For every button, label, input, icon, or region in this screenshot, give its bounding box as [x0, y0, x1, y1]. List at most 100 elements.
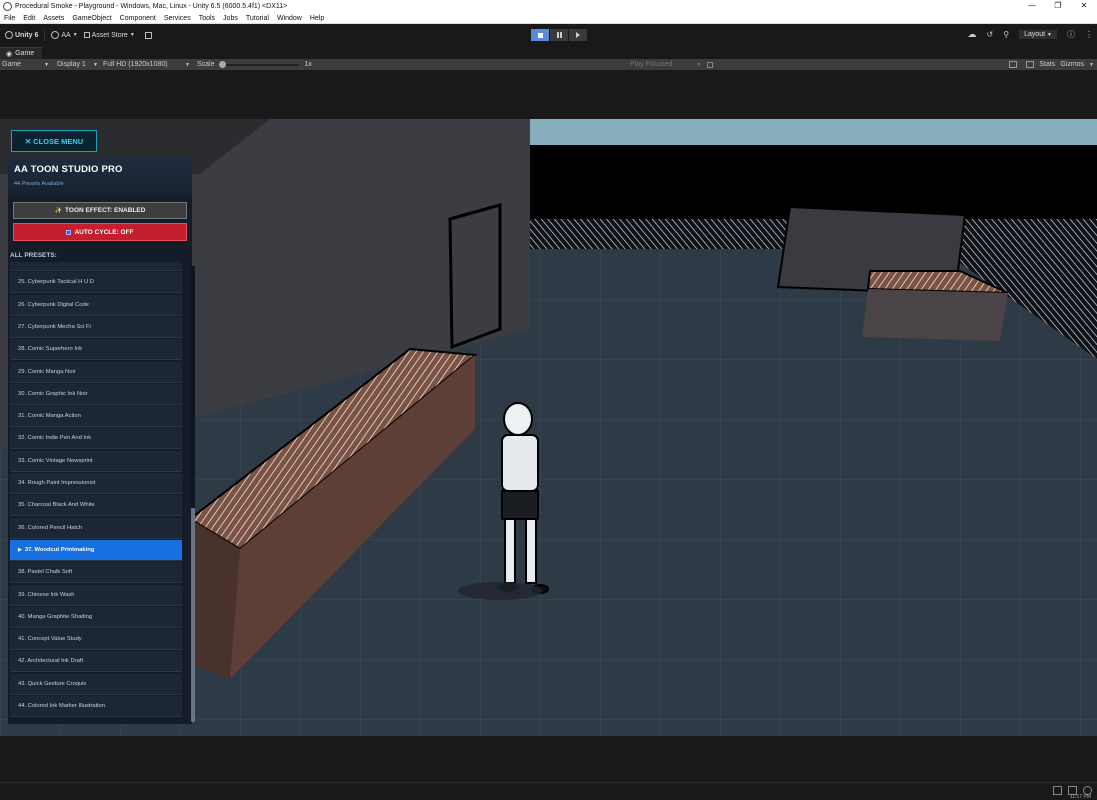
- preset-item[interactable]: 30. Comic Graphic Ink Noir: [10, 383, 182, 405]
- asset-store-button[interactable]: Asset Store ▼: [83, 32, 135, 39]
- pause-button[interactable]: [550, 29, 568, 41]
- preset-item[interactable]: 42. Architectural Ink Draft: [10, 651, 182, 673]
- chevron-down-icon[interactable]: ▼: [1089, 62, 1094, 68]
- window-controls: — ❐ ✕: [1019, 0, 1097, 13]
- cloud-icon[interactable]: ☁: [968, 29, 977, 40]
- scale-label: Scale: [197, 61, 215, 68]
- preset-item[interactable]: 35. Charcoal Black And White: [10, 495, 182, 517]
- preset-item[interactable]: 34. Rough Paint Impressionist: [10, 473, 182, 494]
- menubar: File Edit Assets GameObject Component Service…: [0, 13, 1097, 24]
- preset-item[interactable]: 27. Cyberpunk Mecha Sci Fi: [10, 316, 182, 338]
- chevron-down-icon: ▼: [696, 61, 702, 68]
- game-mode-label: Game: [2, 61, 22, 68]
- gizmo-toggle-icon[interactable]: [1009, 61, 1018, 68]
- preset-scrollbar-thumb[interactable]: [191, 508, 195, 722]
- scale-slider-knob[interactable]: [218, 60, 226, 68]
- preset-item[interactable]: 25. Cyberpunk Tactical H U D: [10, 272, 182, 294]
- play-controls: [531, 29, 587, 41]
- menu-edit[interactable]: Edit: [23, 15, 35, 22]
- preset-scrollbar[interactable]: [191, 266, 195, 722]
- toon-effect-toggle[interactable]: ✨ TOON EFFECT: ENABLED: [13, 202, 187, 219]
- scale-slider[interactable]: [218, 60, 299, 68]
- step-button[interactable]: [569, 29, 587, 41]
- game-view[interactable]: ✕ CLOSE MENU AA TOON STUDIO PRO 44 Prese…: [0, 70, 1097, 782]
- minimize-button[interactable]: —: [1019, 0, 1045, 13]
- preset-item[interactable]: 31. Comic Manga Action: [10, 406, 182, 428]
- game-mode-dropdown[interactable]: Game ▼: [0, 61, 52, 68]
- stats-button[interactable]: Stats: [1039, 61, 1055, 68]
- mute-audio-icon[interactable]: [707, 61, 714, 68]
- stop-icon: [537, 32, 543, 38]
- preset-item[interactable]: 28. Comic Superhero Ink: [10, 339, 182, 361]
- close-window-button[interactable]: ✕: [1071, 0, 1097, 13]
- account-icon: [51, 31, 60, 39]
- menu-jobs[interactable]: Jobs: [223, 15, 238, 22]
- preset-list: 24. Cyberpunk City Clean25. Cyberpunk Ta…: [10, 262, 185, 722]
- stop-square-icon: [66, 229, 72, 235]
- preset-item[interactable]: 39. Chinese Ink Wash: [10, 584, 182, 606]
- preset-item[interactable]: 24. Cyberpunk City Clean: [10, 262, 182, 271]
- panel-title: AA TOON STUDIO PRO: [14, 164, 123, 175]
- character-shadow: [458, 582, 542, 600]
- panel-header: AA TOON STUDIO PRO 44 Presets Available: [8, 158, 192, 198]
- preset-item[interactable]: 36. Colored Pencil Hatch: [10, 517, 182, 539]
- auto-cycle-toggle[interactable]: AUTO CYCLE: OFF: [13, 223, 187, 241]
- display-dropdown[interactable]: Display 1 ▼: [55, 61, 101, 68]
- package-icon[interactable]: [144, 31, 152, 39]
- display-label: Display 1: [57, 61, 86, 68]
- menu-help[interactable]: Help: [310, 15, 324, 22]
- resolution-label: Full HD (1920x1080): [103, 61, 168, 68]
- help-icon[interactable]: ⓘ: [1067, 29, 1075, 40]
- unity-version-label: Unity 6: [15, 31, 39, 39]
- bug-report-icon[interactable]: [1053, 786, 1062, 795]
- chevron-down-icon: ▼: [185, 61, 190, 68]
- layout-label: Layout: [1024, 31, 1046, 38]
- maximize-button[interactable]: ❐: [1045, 0, 1071, 13]
- preset-item[interactable]: 29. Comic Manga Noir: [10, 361, 182, 383]
- play-focused-label: Play Focused: [630, 61, 673, 68]
- chevron-down-icon: ▼: [129, 32, 135, 38]
- layout-dropdown[interactable]: Layout ▼: [1019, 30, 1057, 39]
- auto-cycle-label: AUTO CYCLE: OFF: [74, 228, 134, 236]
- unity-app-icon: [3, 2, 12, 11]
- play-button[interactable]: [531, 29, 549, 41]
- window-titlebar: Procedural Smoke - Playground - Windows,…: [0, 0, 1097, 13]
- taskbar-clock: 11:17 PM: [1069, 794, 1091, 800]
- more-options-icon[interactable]: ⋮: [1085, 30, 1093, 39]
- account-button[interactable]: AA ▼: [51, 31, 78, 39]
- game-view-toolbar: Game ▼ Display 1 ▼ Full HD (1920x1080) ▼…: [0, 59, 1097, 70]
- history-icon[interactable]: ↺: [987, 30, 994, 39]
- preset-item[interactable]: 40. Manga Graphite Shading: [10, 606, 182, 628]
- resolution-dropdown[interactable]: Full HD (1920x1080) ▼: [101, 61, 193, 68]
- preset-item[interactable]: 38. Pastel Chalk Soft: [10, 562, 182, 584]
- toon-effect-label: TOON EFFECT: ENABLED: [65, 207, 146, 214]
- menu-gameobject[interactable]: GameObject: [72, 15, 111, 22]
- account-label: AA: [61, 31, 71, 39]
- preset-item[interactable]: 43. Quick Gesture Croquis: [10, 673, 182, 695]
- menu-assets[interactable]: Assets: [43, 15, 64, 22]
- gizmos-button[interactable]: Gizmos: [1060, 61, 1084, 68]
- game-tab-strip: ◉ Game: [0, 46, 1097, 59]
- toon-studio-panel: AA TOON STUDIO PRO 44 Presets Available …: [8, 158, 195, 724]
- preset-item[interactable]: 32. Comic Indie Pen And Ink: [10, 428, 182, 450]
- menu-tutorial[interactable]: Tutorial: [246, 15, 269, 22]
- preset-item[interactable]: 33. Comic Vintage Newsprint: [10, 450, 182, 472]
- search-icon[interactable]: ⚲: [1003, 30, 1009, 39]
- preset-item[interactable]: 26. Cyberpunk Digital Code: [10, 294, 182, 316]
- overlay-icon[interactable]: [1026, 61, 1035, 68]
- close-menu-button[interactable]: ✕ CLOSE MENU: [11, 130, 97, 152]
- preset-item[interactable]: 37. Woodcut Printmaking: [10, 539, 182, 561]
- tab-game[interactable]: ◉ Game: [0, 47, 43, 59]
- play-focused-dropdown[interactable]: Play Focused ▼: [630, 59, 714, 70]
- menu-window[interactable]: Window: [277, 15, 302, 22]
- menu-tools[interactable]: Tools: [199, 15, 215, 22]
- menu-services[interactable]: Services: [164, 15, 191, 22]
- panel-subtitle: 44 Presets Available: [14, 181, 64, 187]
- menu-file[interactable]: File: [4, 15, 15, 22]
- chevron-down-icon: ▼: [72, 32, 78, 38]
- preset-item[interactable]: 41. Concept Value Study: [10, 629, 182, 651]
- preset-item[interactable]: 44. Colored Ink Marker Illustration: [10, 696, 182, 717]
- unity-version-button[interactable]: Unity 6: [5, 31, 38, 39]
- menu-component[interactable]: Component: [120, 15, 156, 22]
- chevron-down-icon: ▼: [44, 61, 49, 68]
